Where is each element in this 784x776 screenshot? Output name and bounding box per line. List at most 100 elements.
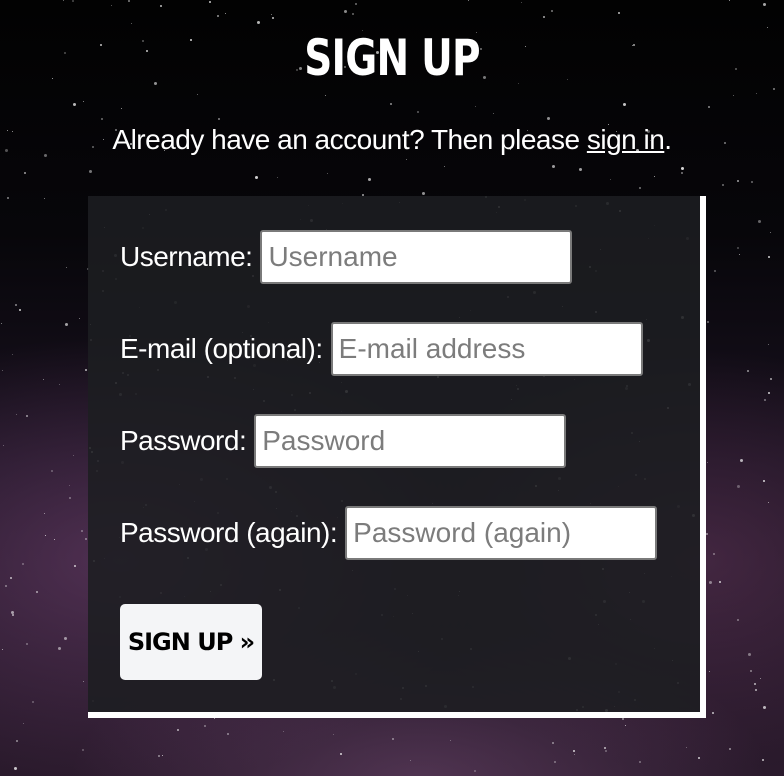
star (751, 181, 753, 183)
star (654, 176, 655, 177)
star (551, 10, 553, 12)
star (283, 731, 284, 732)
star (64, 637, 67, 640)
signup-form: Username: E-mail (optional): Password: P… (88, 196, 706, 718)
star (547, 117, 550, 120)
star (735, 68, 737, 70)
star (121, 108, 122, 109)
star (493, 113, 494, 114)
star (707, 462, 708, 463)
star (748, 653, 751, 656)
star (406, 159, 407, 160)
star (352, 13, 354, 15)
star (410, 760, 411, 761)
star (768, 344, 769, 345)
star (543, 16, 545, 18)
password-again-row: Password (again): (120, 504, 658, 562)
star (754, 683, 756, 685)
star (737, 247, 739, 249)
star (763, 480, 765, 482)
email-input[interactable] (330, 322, 643, 376)
star (344, 10, 347, 13)
star (340, 753, 342, 755)
star (36, 591, 38, 593)
star (101, 118, 103, 120)
star (58, 647, 61, 650)
star (85, 538, 87, 540)
star (763, 706, 766, 709)
star (271, 14, 272, 15)
password-label: Password: (120, 425, 247, 456)
star (719, 581, 721, 583)
star (73, 455, 74, 456)
star (733, 95, 734, 96)
star (2, 370, 3, 371)
star (24, 172, 26, 174)
star (45, 535, 46, 536)
star (475, 106, 476, 107)
star (639, 187, 641, 189)
signin-prompt-text: Already have an account? Then please (112, 124, 587, 155)
star (625, 725, 626, 726)
star (368, 178, 371, 181)
star (554, 761, 556, 763)
password-input[interactable] (254, 414, 567, 468)
star (214, 718, 215, 719)
star (767, 27, 768, 28)
star (764, 399, 766, 401)
star (618, 12, 620, 14)
signup-button[interactable]: SIGN UP » (120, 604, 262, 680)
star (729, 748, 731, 750)
star (422, 192, 425, 195)
email-row: E-mail (optional): (120, 320, 643, 378)
star (552, 165, 555, 168)
signin-link[interactable]: sign in (587, 124, 665, 155)
username-row: Username: (120, 228, 573, 286)
star (10, 577, 12, 579)
star (128, 0, 130, 2)
star (729, 0, 730, 1)
star (681, 167, 684, 170)
star (355, 3, 357, 5)
star (89, 170, 92, 173)
star (63, 0, 64, 1)
star (739, 254, 740, 255)
star (65, 323, 68, 326)
star (131, 23, 132, 24)
star (708, 106, 710, 108)
star (197, 94, 198, 95)
star (709, 671, 710, 672)
star (16, 414, 17, 415)
star (325, 95, 326, 96)
username-input[interactable] (260, 230, 573, 284)
star (756, 93, 757, 94)
star (737, 180, 739, 182)
star (760, 678, 761, 679)
star (158, 755, 160, 757)
star (747, 370, 749, 372)
star (773, 88, 775, 90)
star (26, 643, 28, 645)
star (521, 2, 522, 3)
star (14, 767, 17, 770)
star (763, 3, 766, 6)
star (23, 723, 24, 724)
star (686, 747, 687, 748)
star (579, 168, 582, 171)
star (552, 742, 554, 744)
star (714, 270, 716, 272)
star (11, 611, 14, 614)
star (160, 5, 162, 7)
star (722, 184, 724, 186)
star (85, 369, 87, 371)
star (44, 198, 45, 199)
star (64, 52, 66, 54)
password-again-input[interactable] (345, 506, 658, 560)
star (417, 111, 419, 113)
star (204, 725, 206, 727)
star (32, 701, 34, 703)
star (59, 384, 60, 385)
star (26, 415, 28, 417)
star (712, 712, 714, 714)
star (209, 1, 211, 3)
